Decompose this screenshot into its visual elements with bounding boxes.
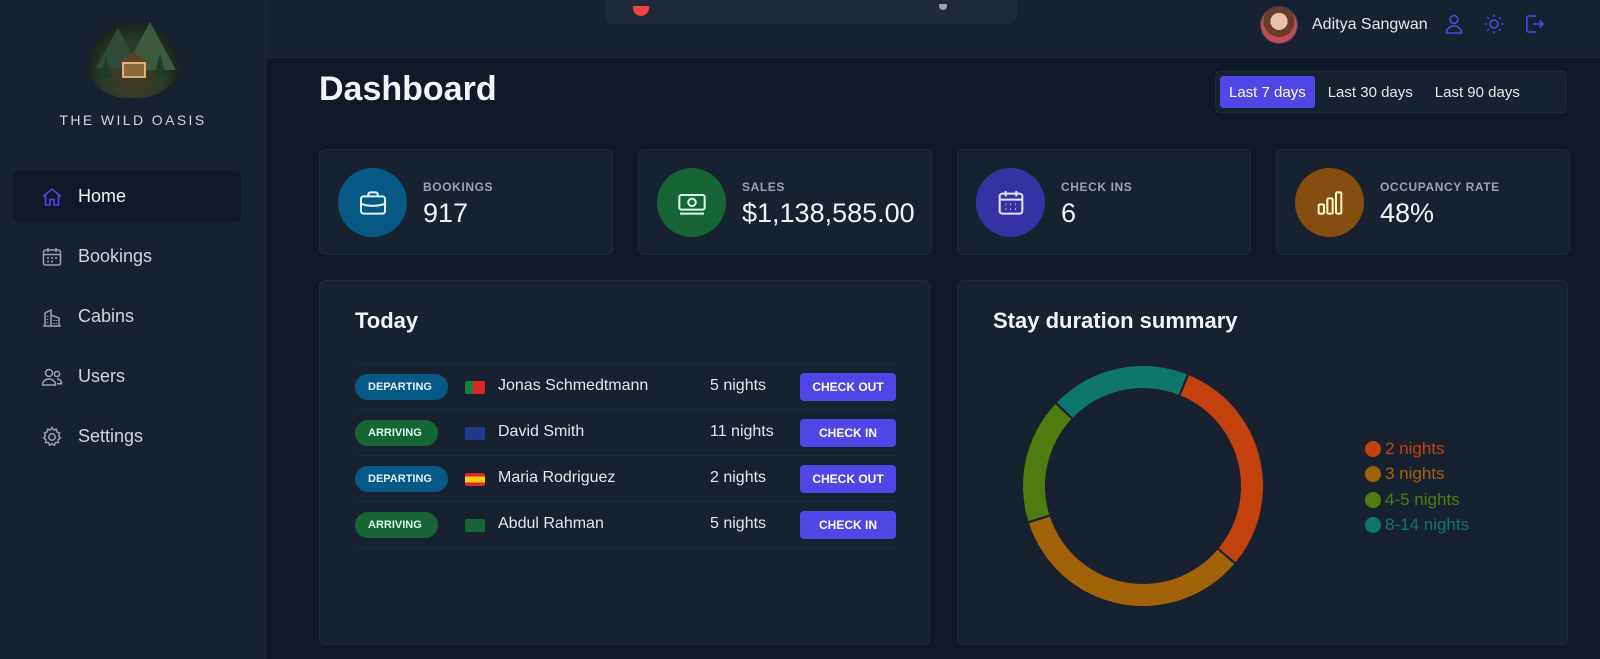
check-in-button[interactable]: CHECK IN (800, 419, 896, 447)
guest-name: Abdul Rahman (498, 515, 604, 532)
today-list: DEPARTING Jonas Schmedtmann 5 nights CHE… (355, 363, 896, 548)
error-icon (633, 6, 649, 16)
users-icon (40, 365, 64, 389)
stat-value: $1,138,585.00 (742, 198, 915, 228)
legend-label: 4-5 nights (1385, 489, 1460, 509)
header-menu (1442, 12, 1562, 36)
legend-item: 3 nights (1365, 462, 1469, 488)
user-name: Aditya Sangwan (1312, 16, 1428, 33)
logout-icon[interactable] (1522, 12, 1546, 36)
donut-slice-2-nights[interactable] (1180, 375, 1263, 563)
sidebar-item-home[interactable]: Home (13, 171, 241, 222)
sidebar-item-users[interactable]: Users (13, 351, 241, 402)
stat-bookings: BOOKINGS 917 (319, 149, 613, 255)
check-in-button[interactable]: CHECK IN (800, 511, 896, 539)
sidebar-item-cabins[interactable]: Cabins (13, 291, 241, 342)
user-profile[interactable]: Aditya Sangwan (1260, 6, 1428, 44)
calendar-days-icon (976, 168, 1045, 237)
banknotes-icon (657, 168, 726, 237)
sidebar-item-label: Settings (78, 426, 144, 446)
donut-slice-4-5-nights[interactable] (1023, 404, 1072, 522)
stat-label: OCCUPANCY RATE (1380, 180, 1500, 194)
status-badge: ARRIVING (355, 512, 438, 538)
legend-label: 8-14 nights (1385, 515, 1470, 535)
home-icon (40, 185, 64, 209)
legend-swatch (1365, 466, 1381, 483)
stat-value: 917 (423, 198, 469, 228)
guest-name: David Smith (498, 423, 585, 440)
building-icon (40, 305, 64, 329)
nights-count: 5 nights (710, 377, 767, 394)
spain-flag (465, 473, 485, 486)
stat-label: CHECK INS (1061, 180, 1133, 194)
list-item: ARRIVING David Smith 11 nights CHECK IN (355, 410, 896, 456)
sidebar-nav: Home Bookings Cabins Users Settings (13, 171, 241, 471)
check-out-button[interactable]: CHECK OUT (800, 373, 896, 401)
status-badge: DEPARTING (355, 466, 448, 492)
filter-last-30-days[interactable]: Last 30 days (1319, 76, 1422, 108)
stat-occupancy-rate: OCCUPANCY RATE 48% (1276, 149, 1570, 255)
calendar-icon (40, 245, 64, 269)
legend-swatch (1365, 440, 1381, 457)
stat-label: BOOKINGS (423, 180, 494, 194)
status-badge: ARRIVING (355, 420, 438, 446)
stay-duration-title: Stay duration summary (993, 308, 1238, 333)
sun-icon[interactable] (1482, 12, 1506, 36)
logo-image (86, 22, 180, 98)
header: Aditya Sangwan (266, 0, 1600, 58)
guest-name: Jonas Schmedtmann (498, 377, 649, 394)
nights-count: 2 nights (710, 469, 767, 486)
user-icon[interactable] (1442, 12, 1466, 36)
page-title: Dashboard (319, 70, 497, 108)
donut-slice-8-14-nights[interactable] (1056, 366, 1187, 418)
toast-notification (605, 0, 1017, 24)
sidebar-item-label: Cabins (78, 306, 135, 326)
status-badge: DEPARTING (355, 374, 448, 400)
legend-label: 3 nights (1385, 464, 1445, 484)
legend-item: 8-14 nights (1365, 513, 1469, 539)
filter-last-7-days[interactable]: Last 7 days (1220, 76, 1315, 108)
list-item: DEPARTING Jonas Schmedtmann 5 nights CHE… (355, 364, 896, 410)
avatar (1260, 6, 1298, 44)
legend-swatch (1365, 517, 1381, 534)
list-item: DEPARTING Maria Rodriguez 2 nights CHECK… (355, 456, 896, 502)
filter-last-90-days[interactable]: Last 90 days (1426, 76, 1529, 108)
portugal-flag (465, 381, 485, 394)
logo-text: THE WILD OASIS (59, 112, 207, 128)
stat-value: 6 (1061, 198, 1077, 228)
donut-slice-3-nights[interactable] (1028, 516, 1235, 606)
stat-value: 48% (1380, 198, 1435, 228)
nights-count: 11 nights (710, 423, 774, 440)
today-title: Today (355, 308, 419, 333)
briefcase-icon (338, 168, 407, 237)
sidebar-item-label: Users (78, 366, 126, 386)
australia-flag (465, 427, 485, 440)
logo: THE WILD OASIS (0, 22, 266, 128)
guest-name: Maria Rodriguez (498, 469, 616, 486)
stat-sales: SALES $1,138,585.00 (638, 149, 932, 255)
stay-duration-donut-chart (1023, 366, 1263, 606)
check-out-button[interactable]: CHECK OUT (800, 465, 896, 493)
sidebar: THE WILD OASIS Home Bookings Cabins User… (0, 0, 266, 659)
stay-duration-panel: Stay duration summary 2 nights 3 nights 4-… (957, 280, 1568, 645)
list-item: ARRIVING Abdul Rahman 5 nights CHECK IN (355, 502, 896, 548)
legend-label: 2 nights (1385, 438, 1445, 458)
legend-item: 2 nights (1365, 436, 1469, 462)
legend-item: 4-5 nights (1365, 487, 1469, 513)
date-filter: Last 7 days Last 30 days Last 90 days (1215, 71, 1567, 113)
sidebar-item-settings[interactable]: Settings (13, 411, 241, 462)
toast-text-fragment (939, 4, 947, 10)
chart-legend: 2 nights 3 nights 4-5 nights 8-14 nights (1365, 436, 1469, 538)
sidebar-item-label: Home (78, 186, 127, 206)
gear-icon (40, 425, 64, 449)
sidebar-item-bookings[interactable]: Bookings (13, 231, 241, 282)
nights-count: 5 nights (710, 515, 767, 532)
today-panel: Today DEPARTING Jonas Schmedtmann 5 nigh… (319, 280, 930, 645)
sidebar-item-label: Bookings (78, 246, 153, 266)
legend-swatch (1365, 491, 1381, 508)
chart-bar-icon (1295, 168, 1364, 237)
stat-label: SALES (742, 180, 786, 194)
stat-check-ins: CHECK INS 6 (957, 149, 1251, 255)
saudi-arabia-flag (465, 519, 485, 532)
